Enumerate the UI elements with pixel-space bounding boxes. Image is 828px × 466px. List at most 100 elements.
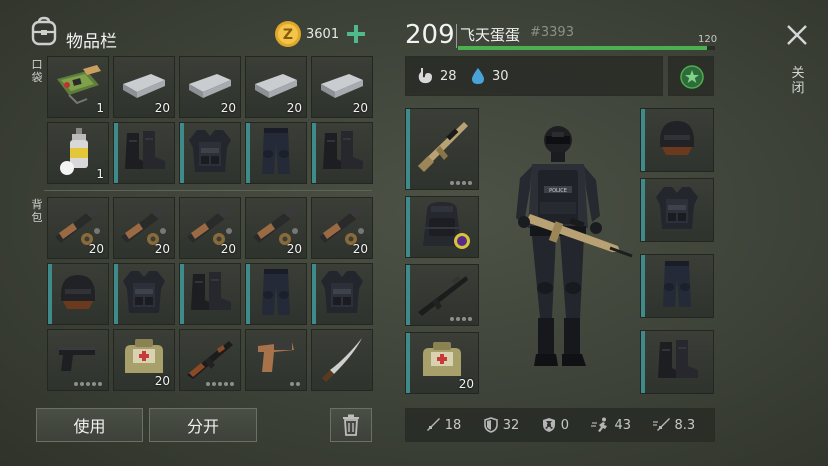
knife-icon (426, 418, 440, 431)
durability-dots (450, 317, 472, 321)
item-count: 20 (286, 242, 302, 256)
stat-radiation: 0 (541, 417, 569, 433)
stat-defense-value: 32 (502, 417, 520, 433)
pocket-section-label: 口袋 (31, 58, 43, 84)
backpack-slot[interactable] (47, 263, 109, 325)
trash-button[interactable] (330, 408, 372, 442)
backpack-slot[interactable]: 20 (311, 197, 373, 259)
item-count: 20 (154, 242, 170, 256)
player-level: 209 (405, 20, 455, 50)
inventory-title: 物品栏 (66, 32, 117, 52)
stat-attack: 18 (425, 417, 462, 433)
player-name: 飞天蛋蛋 (460, 26, 521, 44)
trash-icon (343, 414, 359, 436)
fast-knife-icon (652, 418, 670, 431)
pocket-slot[interactable] (179, 122, 241, 184)
item-count: 20 (286, 101, 302, 115)
backpack-slot[interactable] (113, 263, 175, 325)
backpack-slot[interactable]: 20 (47, 197, 109, 259)
name-divider (456, 24, 457, 48)
item-count: 1 (96, 101, 104, 115)
stat-attack-value: 18 (444, 417, 462, 433)
pocket-slot[interactable]: 1 (47, 122, 109, 184)
coin-icon: Z (274, 20, 302, 52)
pocket-slot[interactable] (113, 122, 175, 184)
weapon-slot[interactable] (405, 196, 479, 258)
weapon-slot[interactable] (405, 264, 479, 326)
stomach-icon (416, 67, 434, 89)
item-count: 20 (220, 242, 236, 256)
water-drop-icon (470, 67, 486, 89)
close-button[interactable]: 关闭 (784, 22, 812, 102)
backpack-slot[interactable] (245, 329, 307, 391)
xp-bar-fill (458, 46, 708, 50)
stat-speed-value: 43 (614, 417, 632, 433)
item-count: 20 (220, 101, 236, 115)
xp-max: 120 (698, 34, 718, 45)
pocket-slot[interactable]: 1 (47, 56, 109, 118)
armor-slot[interactable] (640, 254, 714, 318)
stat-radiation-value: 0 (560, 417, 570, 433)
add-coins-button[interactable] (344, 22, 368, 46)
section-divider (44, 190, 372, 191)
armor-slot[interactable] (640, 178, 714, 242)
weapon-slot[interactable]: 20 (405, 332, 479, 394)
backpack-slot[interactable] (311, 329, 373, 391)
durability-dots (74, 382, 102, 386)
stat-stealth-value: 8.3 (674, 417, 696, 433)
item-count: 20 (88, 242, 104, 256)
backpack-slot[interactable]: 20 (113, 197, 175, 259)
backpack-slot[interactable] (47, 329, 109, 391)
player-tag: #3393 (530, 25, 574, 40)
radiation-shield-icon (542, 418, 555, 432)
weapon-slot[interactable] (405, 108, 479, 190)
item-count: 20 (154, 101, 170, 115)
plus-icon (347, 25, 365, 43)
stat-stealth: 8.3 (652, 417, 696, 433)
water-value: 30 (492, 69, 509, 84)
pocket-slot[interactable] (311, 122, 373, 184)
food-value: 28 (440, 69, 457, 84)
coin-balance: 3601 (306, 27, 340, 42)
backpack-slot[interactable] (179, 263, 241, 325)
backpack-slot[interactable] (179, 329, 241, 391)
favorite-button[interactable] (668, 56, 714, 96)
svg-text:Z: Z (283, 27, 293, 43)
backpack-section-label: 背包 (31, 198, 43, 224)
backpack-slot[interactable]: 20 (245, 197, 307, 259)
armor-slot[interactable] (640, 108, 714, 172)
close-label: 关闭 (791, 66, 805, 96)
item-count: 20 (352, 101, 368, 115)
svg-text:POLICE: POLICE (549, 188, 567, 194)
armor-slot[interactable] (640, 330, 714, 394)
stats-bar: 18 32 0 43 8.3 (405, 408, 715, 442)
pocket-slot[interactable]: 20 (113, 56, 175, 118)
backpack-slot[interactable] (311, 263, 373, 325)
item-count: 1 (96, 167, 104, 181)
pocket-slot[interactable] (245, 122, 307, 184)
running-man-icon (590, 417, 607, 432)
vitals-bar: 28 30 (405, 56, 663, 96)
stat-speed: 43 (590, 417, 632, 433)
backpack-slot[interactable]: 20 (113, 329, 175, 391)
durability-dots (290, 382, 300, 386)
item-count: 20 (458, 377, 474, 391)
upgrade-badge-icon (454, 233, 470, 249)
character-model: POLICE (500, 118, 640, 392)
durability-dots (450, 181, 472, 185)
backpack-icon (30, 16, 58, 50)
pocket-slot[interactable]: 20 (311, 56, 373, 118)
split-button[interactable]: 分开 (149, 408, 257, 442)
shield-icon (483, 417, 498, 433)
item-count: 20 (352, 242, 368, 256)
backpack-slot[interactable] (245, 263, 307, 325)
use-button[interactable]: 使用 (36, 408, 143, 442)
backpack-slot[interactable]: 20 (179, 197, 241, 259)
pocket-slot[interactable]: 20 (179, 56, 241, 118)
pocket-slot[interactable]: 20 (245, 56, 307, 118)
item-count: 20 (154, 374, 170, 388)
close-icon (787, 25, 807, 45)
durability-dots (206, 382, 234, 386)
stat-defense: 32 (483, 417, 520, 433)
xp-bar (458, 46, 715, 50)
